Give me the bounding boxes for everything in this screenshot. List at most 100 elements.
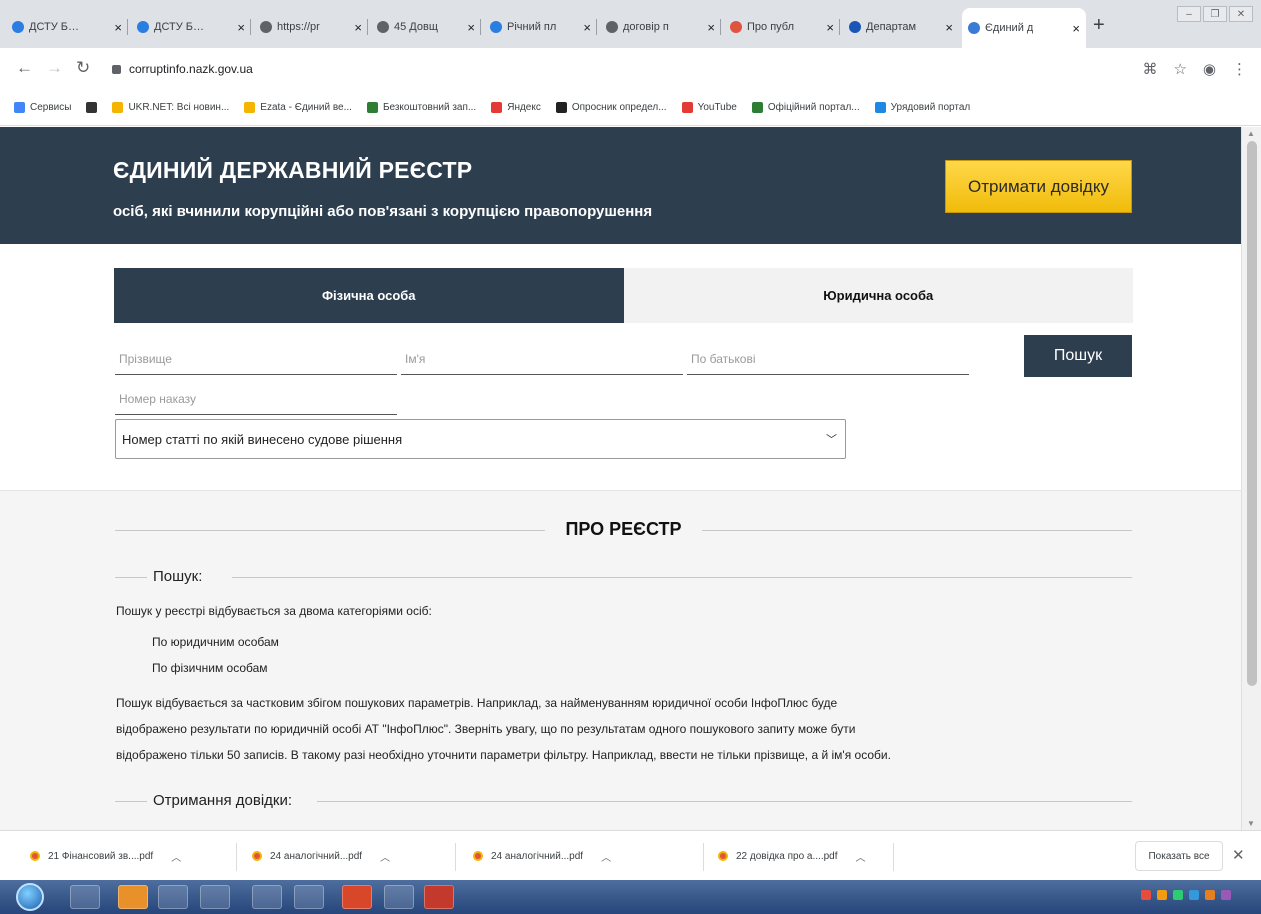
category-item: По юридичним особам <box>152 635 279 649</box>
minimize-button[interactable]: ‒ <box>1177 6 1201 22</box>
taskbar-app[interactable] <box>158 885 188 909</box>
name-field[interactable] <box>401 343 683 375</box>
bookmark-item[interactable]: Опросник определ... <box>555 102 667 113</box>
close-icon[interactable]: ✕ <box>1232 846 1245 864</box>
order-number-input[interactable] <box>119 391 397 406</box>
bookmarks-bar: Сервисы UKR.NET: Всі новин... Ezata - Єдин… <box>0 90 1261 126</box>
chevron-up-icon[interactable]: ︿ <box>856 849 866 864</box>
bookmark-item[interactable]: Безкоштовний зап... <box>366 102 476 113</box>
scrollbar-thumb[interactable] <box>1247 141 1257 686</box>
download-item[interactable]: 21 Фінансовий зв....pdf ︿ <box>30 844 181 868</box>
chevron-down-icon: ﹀ <box>826 434 837 446</box>
patronymic-field[interactable] <box>687 343 969 375</box>
tray-icon[interactable] <box>1221 890 1231 900</box>
browser-tab[interactable]: ДСТУ Б.Д. × <box>131 10 251 44</box>
bookmark-label: Яндекс <box>507 102 541 113</box>
search-button[interactable]: Пошук <box>1024 335 1132 377</box>
bookmark-star-icon[interactable]: ☆ <box>1173 60 1186 78</box>
download-filename: 21 Фінансовий зв....pdf <box>48 850 154 862</box>
taskbar-app[interactable] <box>252 885 282 909</box>
address-bar[interactable]: corruptinfo.nazk.gov.ua <box>112 56 1112 82</box>
surname-field[interactable] <box>115 343 397 375</box>
taskbar-app[interactable] <box>424 885 454 909</box>
bookmark-favicon-icon <box>14 102 25 113</box>
download-item[interactable]: 24 аналогічний...pdf ︿ <box>473 844 611 868</box>
taskbar-app[interactable] <box>70 885 100 909</box>
browser-tab[interactable]: Річний пл × <box>484 10 597 44</box>
forward-icon[interactable]: → <box>46 58 63 78</box>
bookmark-item[interactable]: Ezata - Єдиний ве... <box>244 102 352 113</box>
browser-tab[interactable]: Єдиний д × <box>962 8 1086 48</box>
translate-icon[interactable]: ⌘ <box>1142 60 1157 78</box>
taskbar-app[interactable] <box>342 885 372 909</box>
patronymic-input[interactable] <box>691 351 969 366</box>
taskbar-app[interactable] <box>384 885 414 909</box>
maximize-button[interactable]: ❐ <box>1203 6 1227 22</box>
profile-icon[interactable]: ◉ <box>1203 60 1216 78</box>
tab-title: Річний пл <box>507 21 557 33</box>
bookmark-favicon-icon <box>244 102 256 113</box>
surname-input[interactable] <box>119 351 397 366</box>
tab-close-icon[interactable]: × <box>233 20 245 35</box>
tab-favicon-icon <box>730 21 742 33</box>
browser-tab[interactable]: https://pr × <box>254 10 368 44</box>
tray-icon[interactable] <box>1173 890 1183 900</box>
page-scrollbar[interactable]: ▲ ▼ <box>1241 127 1261 830</box>
menu-kebab-icon[interactable]: ⋮ <box>1232 60 1247 78</box>
bookmark-item[interactable]: Сервисы <box>14 102 71 113</box>
chevron-up-icon[interactable]: ︿ <box>380 849 390 864</box>
reload-icon[interactable]: ↻ <box>76 58 90 78</box>
close-window-button[interactable]: ✕ <box>1229 6 1253 22</box>
taskbar-app[interactable] <box>294 885 324 909</box>
back-icon[interactable]: ← <box>16 58 33 78</box>
bookmark-favicon-icon <box>555 102 567 113</box>
bookmark-item[interactable] <box>86 102 98 113</box>
tab-close-icon[interactable]: × <box>463 20 475 35</box>
tab-close-icon[interactable]: × <box>822 20 834 35</box>
tab-close-icon[interactable]: × <box>1068 21 1080 36</box>
browser-tab[interactable]: Департам × <box>843 10 959 44</box>
get-certificate-button[interactable]: Отримати довідку <box>945 160 1132 213</box>
tab-close-icon[interactable]: × <box>579 20 591 35</box>
download-item[interactable]: 22 довідка про а....pdf ︿ <box>718 844 866 868</box>
tab-legal-entity[interactable]: Юридична особа <box>623 268 1133 323</box>
browser-tab[interactable]: ДСТУ Б.Д. × <box>6 10 128 44</box>
tab-favicon-icon <box>968 22 980 34</box>
browser-tab[interactable]: 45 Довщ × <box>371 10 481 44</box>
bookmark-item[interactable]: UKR.NET: Всі новин... <box>112 102 229 113</box>
tab-close-icon[interactable]: × <box>941 20 953 35</box>
download-item[interactable]: 24 аналогічний...pdf ︿ <box>252 844 390 868</box>
show-all-downloads-button[interactable]: Показать все <box>1135 841 1223 871</box>
chevron-up-icon[interactable]: ︿ <box>601 849 611 864</box>
order-number-field[interactable] <box>115 383 397 415</box>
browser-tab[interactable]: договір п × <box>600 10 721 44</box>
browser-tab[interactable]: Про публ × <box>724 10 840 44</box>
tray-icon[interactable] <box>1189 890 1199 900</box>
bookmark-item[interactable]: Офіційний портал... <box>751 102 860 113</box>
tray-icon[interactable] <box>1205 890 1215 900</box>
download-filename: 24 аналогічний...pdf <box>491 850 584 862</box>
tray-icon[interactable] <box>1141 890 1151 900</box>
new-tab-button[interactable]: + <box>1093 14 1105 37</box>
tray-icon[interactable] <box>1157 890 1167 900</box>
scroll-down-icon[interactable]: ▼ <box>1247 819 1255 828</box>
tab-favicon-icon <box>849 21 861 33</box>
bookmark-item[interactable]: YouTube <box>681 102 737 113</box>
taskbar-app[interactable] <box>200 885 230 909</box>
tab-close-icon[interactable]: × <box>110 20 122 35</box>
taskbar-app[interactable] <box>118 885 148 909</box>
chevron-up-icon[interactable]: ︿ <box>171 849 181 864</box>
tab-title: Про публ <box>747 21 795 33</box>
tab-close-icon[interactable]: × <box>703 20 715 35</box>
bookmark-item[interactable]: Яндекс <box>491 102 541 113</box>
article-select[interactable]: Номер статті по якій винесено судове ріш… <box>115 419 846 459</box>
scroll-up-icon[interactable]: ▲ <box>1247 129 1255 138</box>
start-button[interactable] <box>16 883 44 911</box>
tab-favicon-icon <box>377 21 389 33</box>
bookmark-item[interactable]: Урядовий портал <box>874 102 970 113</box>
bookmark-label: Ezata - Єдиний ве... <box>260 102 352 113</box>
tab-close-icon[interactable]: × <box>350 20 362 35</box>
bookmark-label: UKR.NET: Всі новин... <box>128 102 230 113</box>
name-input[interactable] <box>405 351 683 366</box>
tab-individual[interactable]: Фізична особа <box>114 268 624 323</box>
